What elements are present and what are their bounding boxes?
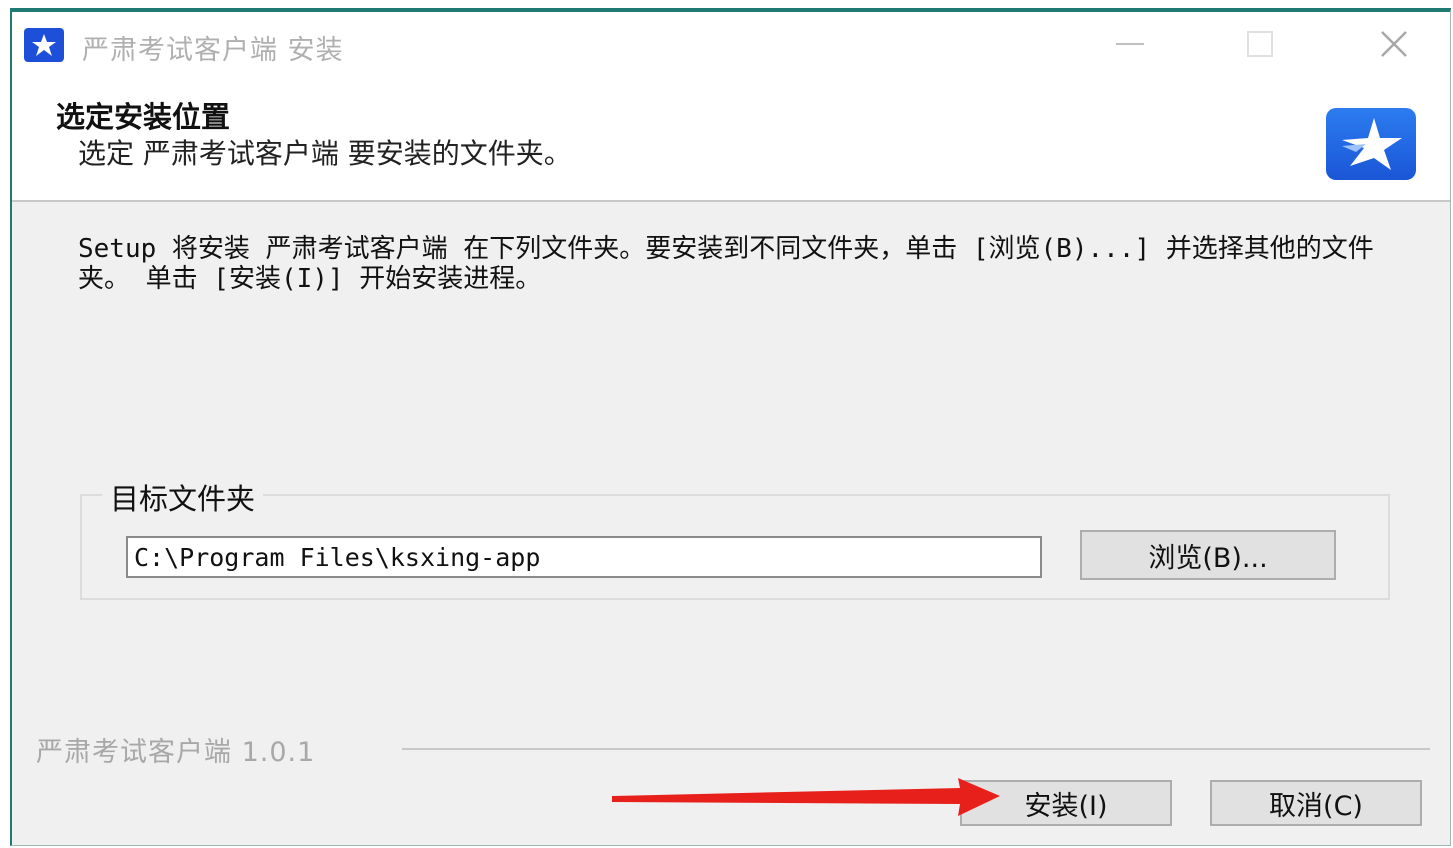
close-icon[interactable] [1364,20,1424,68]
page-subtitle: 选定 严肃考试客户端 要安装的文件夹。 [78,137,572,170]
minimize-icon[interactable] [1100,20,1160,68]
page-title: 选定安装位置 [56,100,231,134]
install-button[interactable]: 安装(I) [960,780,1172,826]
header-logo-icon [1326,108,1416,180]
footer-divider [402,748,1430,750]
brand-version-text: 严肃考试客户端 1.0.1 [36,737,316,768]
destination-folder-group: 目标文件夹 浏览(B)... [80,476,1390,600]
destination-folder-label: 目标文件夹 [102,476,264,518]
cancel-button[interactable]: 取消(C) [1210,780,1422,826]
page-header: 选定安装位置 选定 严肃考试客户端 要安装的文件夹。 [12,76,1450,202]
title-bar: 严肃考试客户端 安装 [12,12,1450,76]
install-description: Setup 将安装 严肃考试客户端 在下列文件夹。要安装到不同文件夹，单击 [浏… [78,234,1374,294]
browse-button[interactable]: 浏览(B)... [1080,530,1336,580]
maximize-icon[interactable] [1230,20,1290,68]
destination-path-input[interactable] [126,536,1042,578]
star-app-icon [24,28,64,62]
installer-window: 严肃考试客户端 安装 选定安装位置 选定 严肃考试客户端 要安装的文件夹。 Se… [10,8,1451,846]
window-title: 严肃考试客户端 安装 [82,35,344,66]
